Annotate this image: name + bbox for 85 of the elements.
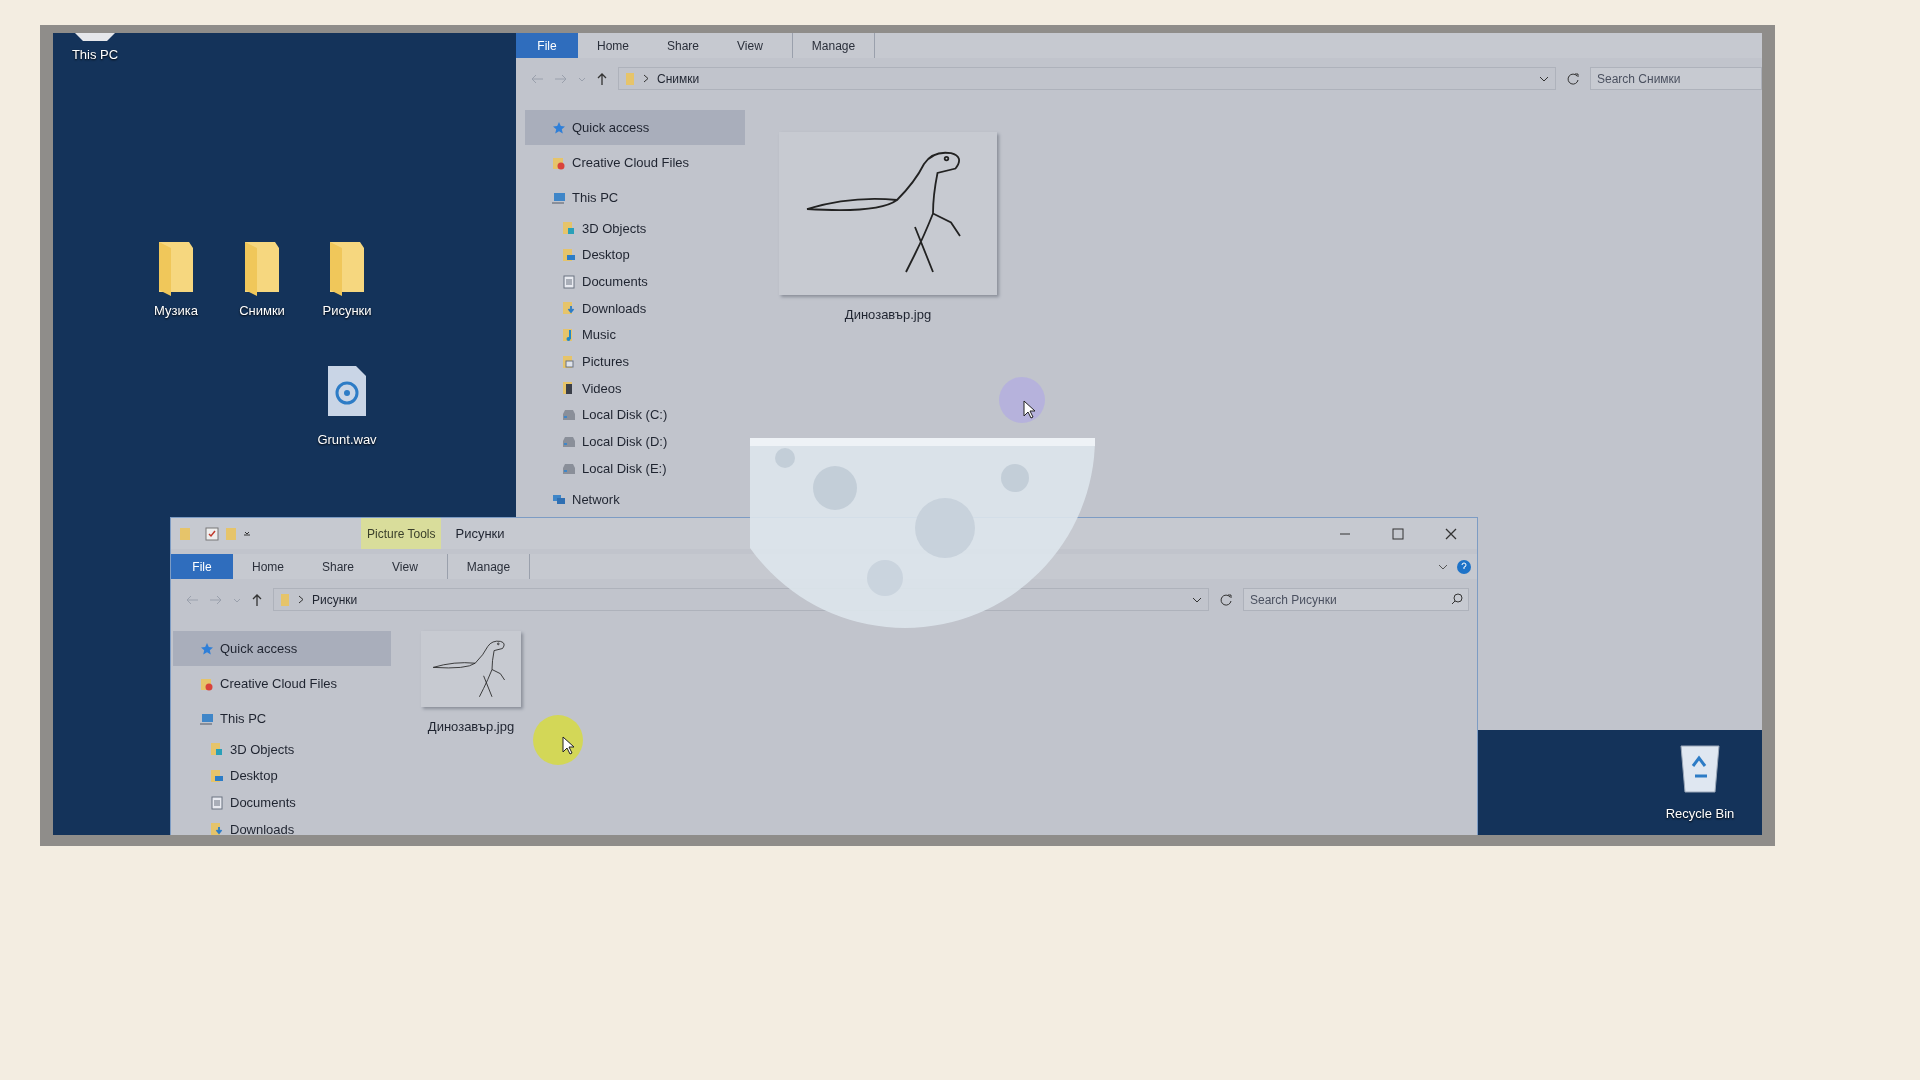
desktop-icon-label[interactable]: Снимки [239, 301, 285, 321]
ribbon-tab[interactable]: Manage [791, 33, 876, 58]
folder-icon [210, 742, 224, 757]
star-icon [200, 641, 214, 656]
ribbon-tab[interactable]: File [171, 554, 233, 579]
image-thumbnail[interactable] [421, 631, 521, 707]
dropdown-icon [1192, 595, 1202, 604]
chevron-icon [298, 595, 304, 604]
desktop-icon-label[interactable]: Recycle Bin [1665, 804, 1735, 824]
search-field[interactable]: Search Рисунки [1243, 588, 1469, 611]
nav-item[interactable]: 3D Objects [525, 215, 745, 242]
desktop-icon-label[interactable]: This PC [71, 45, 119, 65]
window-title: Рисунки [455, 524, 505, 543]
folder-icon [280, 592, 290, 607]
nav-item[interactable]: Pictures [525, 348, 745, 376]
up-arrow-icon[interactable] [251, 592, 263, 607]
file-name[interactable]: Динозавър.jpg [844, 305, 932, 325]
cursor-icon [1023, 400, 1037, 420]
checkbox-icon[interactable] [205, 526, 219, 541]
nav-item[interactable]: Local Disk (D:) [525, 428, 745, 456]
dropdown-icon[interactable] [243, 529, 251, 538]
nav-item[interactable]: Quick access [173, 631, 391, 666]
ribbon-tab[interactable]: Home [578, 33, 648, 58]
folder-icon [210, 769, 224, 784]
search-field[interactable]: Search Снимки [1590, 67, 1762, 90]
document-icon [562, 274, 576, 289]
folder-icon [562, 248, 576, 263]
help-icon[interactable] [1457, 559, 1471, 574]
nav-item[interactable]: Local Disk (C:) [525, 401, 745, 429]
drive-icon [562, 461, 576, 476]
address-bar[interactable]: Снимки [618, 67, 1556, 90]
computer-icon [200, 711, 214, 726]
nav-item[interactable]: Downloads [525, 295, 745, 322]
folder-icon [562, 221, 576, 236]
context-tab-label: Picture Tools [361, 518, 442, 549]
drive-icon [562, 408, 576, 423]
network-icon [552, 492, 566, 507]
ribbon-tab[interactable]: View [718, 33, 782, 58]
dropdown-icon [1539, 74, 1549, 83]
ribbon-tab[interactable]: Manage [446, 554, 531, 579]
ribbon-tab[interactable]: Share [648, 33, 719, 58]
drive-icon [562, 434, 576, 449]
folder-icon [562, 301, 576, 316]
nav-item[interactable]: Videos [525, 375, 745, 402]
nav-item[interactable]: Music [525, 321, 745, 349]
folder-icon [625, 71, 635, 86]
folder-icon [562, 354, 576, 369]
star-icon [552, 120, 566, 135]
ribbon-tab[interactable]: Share [303, 554, 374, 579]
refresh-icon[interactable] [1566, 71, 1580, 86]
cursor-icon [562, 736, 576, 756]
folder-icon[interactable] [157, 240, 195, 296]
nav-item[interactable]: This PC [173, 701, 391, 736]
file-name[interactable]: Динозавър.jpg [427, 717, 515, 737]
desktop-icon-label[interactable]: Grunt.wav [317, 430, 377, 450]
ribbon-tab[interactable]: File [516, 33, 578, 58]
ribbon-tab[interactable]: View [373, 554, 437, 579]
image-thumbnail[interactable] [779, 132, 997, 295]
nav-item[interactable]: Local Disk (E:) [525, 455, 745, 482]
chevron-icon [643, 74, 649, 83]
nav-item[interactable]: Network [525, 481, 745, 517]
folder-icon [552, 155, 566, 170]
nav-item[interactable]: Downloads [173, 816, 391, 835]
audio-file-icon[interactable] [327, 365, 367, 417]
refresh-icon[interactable] [1219, 592, 1233, 607]
desktop-icon-label[interactable]: Рисунки [322, 301, 372, 321]
nav-item[interactable]: Desktop [525, 241, 745, 269]
folder-icon [200, 676, 214, 691]
search-icon[interactable] [1451, 593, 1463, 605]
folder-icon[interactable] [243, 240, 281, 296]
nav-item[interactable]: 3D Objects [173, 736, 391, 763]
document-icon [210, 795, 224, 810]
up-arrow-icon[interactable] [596, 71, 608, 86]
desktop-icon-label[interactable]: Музика [154, 301, 198, 321]
nav-item[interactable]: Documents [525, 268, 745, 296]
nav-item[interactable]: Documents [173, 789, 391, 817]
nav-item[interactable]: Desktop [173, 762, 391, 790]
folder-icon[interactable] [328, 240, 366, 296]
nav-item[interactable]: This PC [525, 180, 745, 215]
folder-icon [210, 822, 224, 835]
nav-item[interactable]: Creative Cloud Files [525, 145, 745, 180]
nav-item[interactable]: Quick access [525, 110, 745, 145]
ribbon-tab[interactable]: Home [233, 554, 303, 579]
computer-icon [552, 190, 566, 205]
nav-item[interactable]: Creative Cloud Files [173, 666, 391, 701]
